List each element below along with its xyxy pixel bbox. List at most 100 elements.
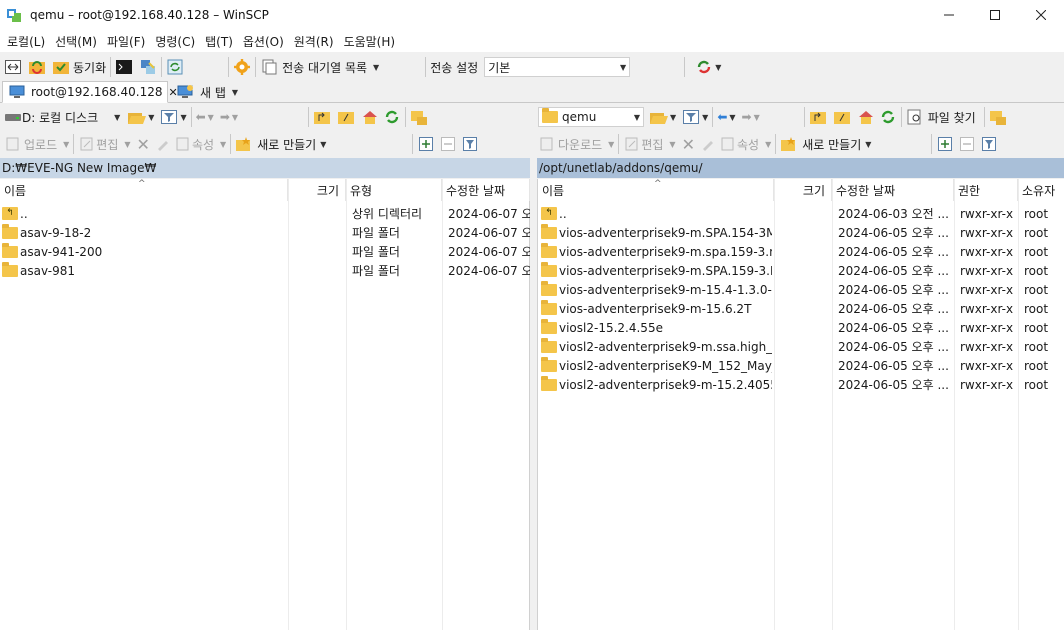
forward-arrow-icon[interactable]: ➡ [742, 110, 752, 124]
parent-directory-icon[interactable] [809, 108, 827, 126]
col-type[interactable]: 유형 [346, 179, 442, 201]
col-size[interactable]: 크기 [774, 179, 832, 201]
download-dropdown[interactable]: ▼ [608, 140, 614, 149]
download-button[interactable]: 다운로드 [558, 136, 602, 153]
col-modified[interactable]: 수정한 날짜 [442, 179, 530, 201]
local-drive-select[interactable]: D: 로컬 디스크 [22, 109, 98, 126]
col-size[interactable]: 크기 [288, 179, 346, 201]
minimize-button[interactable] [926, 0, 972, 30]
home-icon[interactable] [857, 108, 875, 126]
synchronize-button-label[interactable]: 동기화 [73, 59, 106, 76]
panel-splitter[interactable] [530, 156, 537, 630]
edit-button[interactable]: 편집 [96, 136, 118, 153]
new-folder-icon[interactable] [235, 135, 253, 153]
filter-icon[interactable] [160, 108, 178, 126]
properties-dropdown[interactable]: ▼ [765, 140, 771, 149]
file-row[interactable]: vios-adventerprisek9-m-15.6.2T 2024-06-05… [538, 299, 1064, 318]
transfer-settings-select[interactable]: 기본 ▼ [484, 57, 631, 77]
select-plus-icon[interactable] [417, 135, 435, 153]
menu-options[interactable]: 옵션(O) [238, 33, 289, 50]
properties-button[interactable]: 속성 [192, 136, 214, 153]
delete-icon[interactable]: ✕ [682, 135, 695, 154]
file-row[interactable]: vios-adventerprisek9-m-15.4-1.3.0-1... 20… [538, 280, 1064, 299]
file-row[interactable]: asav-9-18-2 파일 폴더 2024-06-07 오 [0, 223, 530, 242]
new-dropdown[interactable]: ▼ [865, 140, 871, 149]
filter-dropdown[interactable]: ▼ [180, 113, 186, 122]
menu-help[interactable]: 도움말(H) [339, 33, 401, 50]
refresh-icon[interactable] [383, 108, 401, 126]
preferences-gear-icon[interactable] [233, 58, 251, 76]
file-row[interactable]: asav-981 파일 폴더 2024-06-07 오 [0, 261, 530, 280]
parent-directory-icon[interactable] [313, 108, 331, 126]
upload-button[interactable]: 업로드 [24, 136, 57, 153]
properties-icon[interactable] [719, 135, 737, 153]
menu-files[interactable]: 파일(F) [102, 33, 150, 50]
find-files-folders-icon[interactable] [989, 108, 1007, 126]
back-arrow-icon[interactable]: ⬅ [717, 110, 727, 124]
new-button[interactable]: 새로 만들기 [257, 136, 316, 153]
file-row[interactable]: viosl2-adventerprisek9-m.ssa.high_iro...… [538, 337, 1064, 356]
edit-dropdown[interactable]: ▼ [124, 140, 130, 149]
close-button[interactable] [1018, 0, 1064, 30]
synchronize-icon[interactable] [52, 58, 70, 76]
menu-remote[interactable]: 원격(R) [289, 33, 339, 50]
putty-icon[interactable] [139, 58, 157, 76]
queue-list-icon[interactable] [260, 58, 278, 76]
select-filter-icon[interactable] [461, 135, 479, 153]
forward-dropdown[interactable]: ▼ [232, 113, 238, 122]
open-folder-icon[interactable] [128, 108, 147, 126]
root-directory-icon[interactable] [833, 108, 851, 126]
rename-icon[interactable] [699, 135, 717, 153]
synchronize-browsing-icon[interactable] [28, 58, 46, 76]
find-files-icon[interactable] [410, 108, 428, 126]
rename-icon[interactable] [154, 135, 172, 153]
compare-directories-icon[interactable] [4, 58, 22, 76]
download-icon[interactable] [538, 135, 556, 153]
edit-button[interactable]: 편집 [641, 136, 663, 153]
select-filter-icon[interactable] [980, 135, 998, 153]
col-owner[interactable]: 소유자 [1018, 179, 1064, 201]
properties-dropdown[interactable]: ▼ [220, 140, 226, 149]
col-rights[interactable]: 권한 [954, 179, 1018, 201]
queue-list-label[interactable]: 전송 대기열 목록 [282, 59, 367, 76]
file-row[interactable]: vios-adventerprisek9-m.SPA.154-3M8 2024-0… [538, 223, 1064, 242]
find-files-icon[interactable] [906, 108, 924, 126]
menu-tabs[interactable]: 탭(T) [200, 33, 238, 50]
remote-folder-select[interactable]: qemu ▼ [538, 107, 644, 127]
forward-arrow-icon[interactable]: ➡ [220, 110, 230, 124]
new-button[interactable]: 새로 만들기 [802, 136, 861, 153]
properties-icon[interactable] [174, 135, 192, 153]
upload-icon[interactable] [4, 135, 22, 153]
back-arrow-icon[interactable]: ⬅ [196, 110, 206, 124]
reconnect-icon[interactable] [695, 58, 713, 76]
drive-dropdown-arrow[interactable]: ▼ [114, 113, 120, 122]
edit-icon[interactable] [623, 135, 641, 153]
file-row[interactable]: viosl2-15.2.4.55e 2024-06-05 오후 ... rwxr-x… [538, 318, 1064, 337]
tab-new[interactable]: 새 탭 ▼ [170, 81, 244, 103]
filter-dropdown[interactable]: ▼ [702, 113, 708, 122]
open-folder-dropdown[interactable]: ▼ [148, 113, 154, 122]
forward-dropdown[interactable]: ▼ [754, 113, 760, 122]
find-files-button[interactable]: 파일 찾기 [928, 109, 976, 126]
menu-mark[interactable]: 선택(M) [50, 33, 102, 50]
open-folder-icon[interactable] [650, 108, 668, 126]
parent-directory-row[interactable]: ↰.. 상위 디렉터리 2024-06-07 오 [0, 204, 530, 223]
select-plus-icon[interactable] [936, 135, 954, 153]
file-row[interactable]: vios-adventerprisek9-m.spa.159-3.m2 2024-… [538, 242, 1064, 261]
root-directory-icon[interactable] [337, 108, 355, 126]
open-folder-dropdown[interactable]: ▼ [670, 113, 676, 122]
unselect-minus-icon[interactable] [958, 135, 976, 153]
menu-commands[interactable]: 명령(C) [150, 33, 200, 50]
console-icon[interactable] [115, 58, 133, 76]
unselect-minus-icon[interactable] [439, 135, 457, 153]
parent-directory-row[interactable]: ↰.. 2024-06-03 오전 ... rwxr-xr-x root [538, 204, 1064, 223]
back-dropdown[interactable]: ▼ [729, 113, 735, 122]
refresh-sessions-icon[interactable] [166, 58, 184, 76]
file-row[interactable]: vios-adventerprisek9-m.SPA.159-3.M3 2024-… [538, 261, 1064, 280]
new-folder-icon[interactable] [780, 135, 798, 153]
back-dropdown[interactable]: ▼ [208, 113, 214, 122]
home-icon[interactable] [361, 108, 379, 126]
menu-local[interactable]: 로컬(L) [2, 33, 50, 50]
delete-icon[interactable]: ✕ [137, 135, 150, 154]
upload-dropdown[interactable]: ▼ [63, 140, 69, 149]
